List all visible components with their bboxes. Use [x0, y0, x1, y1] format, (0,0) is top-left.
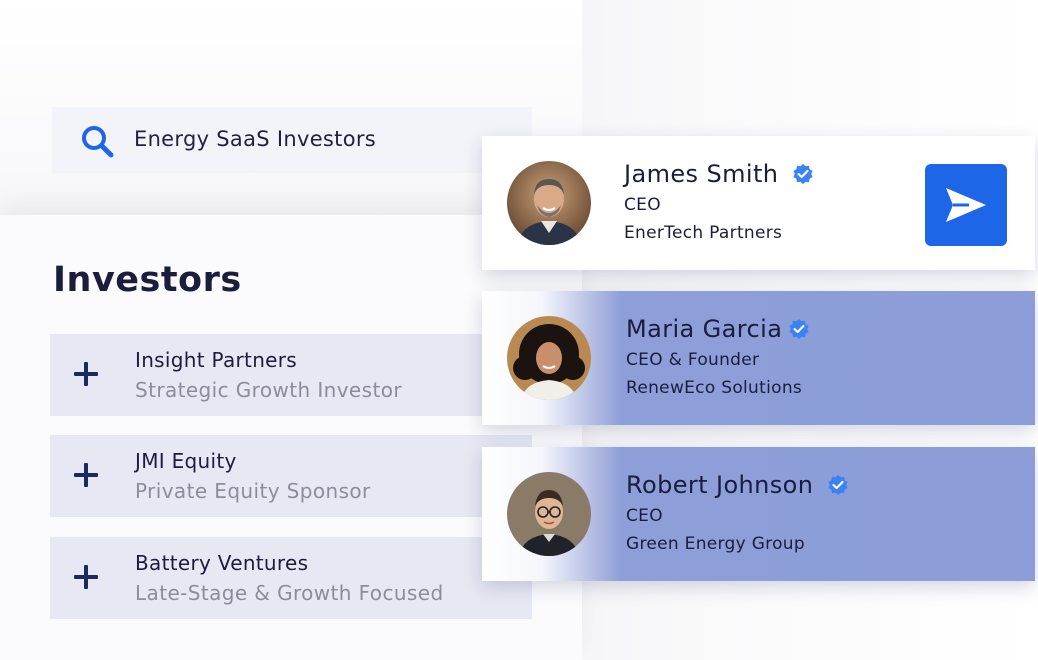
contact-card-robert-johnson[interactable]: Robert Johnson CEO Green Energy Group: [482, 447, 1035, 581]
search-input[interactable]: Energy SaaS Investors: [134, 127, 376, 151]
investor-description: Strategic Growth Investor: [135, 378, 402, 402]
avatar: [507, 472, 591, 556]
verified-badge-icon: [789, 319, 809, 339]
plus-icon[interactable]: [74, 463, 98, 487]
avatar: [507, 161, 591, 245]
investor-name: Battery Ventures: [135, 551, 309, 575]
contact-company: Green Energy Group: [626, 534, 805, 554]
search-icon: [82, 126, 114, 158]
contact-card-maria-garcia[interactable]: Maria Garcia CEO & Founder RenewEco Solu…: [482, 291, 1035, 425]
verified-badge-icon: [828, 475, 848, 495]
verified-badge-icon: [793, 164, 813, 184]
contact-card-james-smith[interactable]: James Smith CEO EnerTech Partners: [482, 136, 1035, 270]
contact-company: EnerTech Partners: [624, 223, 783, 243]
contact-role: CEO: [626, 506, 663, 526]
investor-name: JMI Equity: [135, 449, 237, 473]
investor-row-insight-partners[interactable]: Insight Partners Strategic Growth Invest…: [50, 334, 532, 416]
investor-name: Insight Partners: [135, 348, 298, 372]
contact-company: RenewEco Solutions: [626, 378, 803, 398]
investor-row-battery-ventures[interactable]: Battery Ventures Late-Stage & Growth Foc…: [50, 537, 532, 619]
contact-name: Robert Johnson: [626, 471, 814, 499]
avatar: [507, 316, 591, 400]
contact-name: Maria Garcia: [626, 315, 783, 343]
send-icon: [946, 188, 986, 222]
plus-icon[interactable]: [74, 362, 98, 386]
plus-icon[interactable]: [74, 565, 98, 589]
investor-row-jmi-equity[interactable]: JMI Equity Private Equity Sponsor: [50, 435, 532, 517]
search-bar[interactable]: Energy SaaS Investors: [52, 107, 532, 173]
investor-description: Private Equity Sponsor: [135, 479, 371, 503]
send-button[interactable]: [925, 164, 1007, 246]
contact-role: CEO & Founder: [626, 350, 760, 370]
contact-role: CEO: [624, 195, 661, 215]
investor-description: Late-Stage & Growth Focused: [135, 581, 444, 605]
investors-heading: Investors: [53, 260, 242, 300]
contact-name: James Smith: [624, 160, 779, 188]
